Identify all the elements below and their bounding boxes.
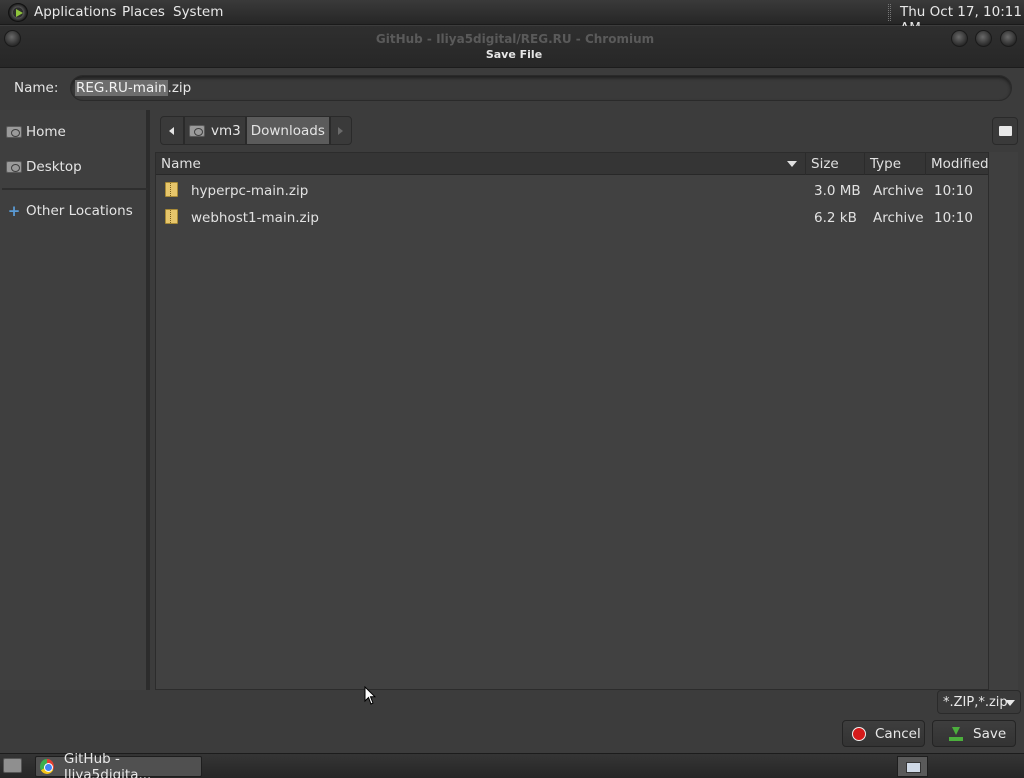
file-name: webhost1-main.zip [191, 210, 319, 226]
sidebar-item-label: Other Locations [26, 203, 133, 219]
zip-file-icon [165, 182, 178, 197]
sidebar-item-desktop[interactable]: Desktop [6, 159, 82, 175]
sidebar-item-label: Desktop [26, 159, 82, 175]
path-bar: vm3 Downloads [160, 116, 352, 146]
taskbar: GitHub - Iliya5digita... [0, 751, 1024, 778]
cancel-label: Cancel [875, 725, 921, 742]
path-back-button[interactable] [160, 116, 184, 145]
places-sidebar [0, 110, 150, 690]
file-type-filter[interactable]: *.ZIP,*.zip [937, 690, 1021, 714]
save-label: Save [973, 725, 1007, 742]
plus-icon: + [7, 202, 21, 220]
taskbar-window-button[interactable]: GitHub - Iliya5digita... [35, 751, 202, 778]
desktop-folder-icon [6, 161, 22, 173]
save-button[interactable]: Save [932, 720, 1016, 747]
places-menu[interactable]: Places [122, 4, 165, 20]
taskbar-window-label: GitHub - Iliya5digita... [63, 750, 152, 778]
column-header: Name Size Type Modified [156, 153, 989, 175]
cancel-icon [852, 726, 866, 741]
home-folder-icon [6, 126, 22, 138]
file-name: hyperpc-main.zip [191, 183, 309, 199]
dialog-title: Save File [485, 48, 543, 61]
sidebar-divider [2, 188, 148, 190]
top-panel: Applications Places System Thu Oct 17, 1… [0, 0, 1024, 36]
file-row[interactable]: hyperpc-main.zip 3.0 MB Archive 10:10 [156, 177, 988, 204]
column-size[interactable]: Size [806, 153, 865, 175]
file-type: Archive [873, 210, 924, 226]
workspace-switcher[interactable] [897, 756, 928, 777]
window-title: GitHub - Iliya5digital/REG.RU - Chromium [375, 32, 655, 46]
filename-input[interactable]: REG.RU-main.zip [70, 75, 1012, 101]
cancel-button[interactable]: Cancel [842, 720, 925, 747]
applications-menu[interactable]: Applications [34, 4, 116, 20]
file-modified: 10:10 [934, 210, 973, 226]
file-type: Archive [873, 183, 924, 199]
file-size: 3.0 MB [814, 183, 861, 199]
show-desktop-icon[interactable] [3, 758, 22, 773]
zip-file-icon [165, 209, 178, 224]
file-row[interactable]: webhost1-main.zip 6.2 kB Archive 10:10 [156, 204, 988, 231]
path-forward-button[interactable] [329, 116, 352, 145]
chromium-icon [40, 759, 54, 774]
column-name[interactable]: Name [156, 153, 806, 175]
name-label: Name: [14, 80, 59, 96]
home-folder-icon [189, 124, 205, 137]
sidebar-item-other-locations[interactable]: + Other Locations [6, 202, 133, 220]
file-list[interactable]: Name Size Type Modified hyperpc-main.zip… [155, 152, 989, 690]
menu-logo-icon[interactable] [8, 3, 28, 22]
crumb-label: vm3 [211, 122, 241, 139]
window-titlebar[interactable]: GitHub - Iliya5digital/REG.RU - Chromium… [0, 26, 1024, 68]
filename-extension-text: .zip [167, 80, 192, 96]
sort-descending-icon[interactable] [787, 161, 797, 167]
crumb-label: Downloads [250, 122, 325, 139]
system-menu[interactable]: System [173, 4, 223, 20]
download-icon [949, 726, 963, 741]
filename-selected-text: REG.RU-main [75, 80, 168, 96]
crumb-vm3[interactable]: vm3 [184, 116, 246, 145]
sidebar-item-home[interactable]: Home [6, 124, 66, 140]
column-type[interactable]: Type [865, 153, 926, 175]
sidebar-item-label: Home [26, 124, 66, 140]
file-modified: 10:10 [934, 183, 973, 199]
crumb-downloads[interactable]: Downloads [245, 116, 330, 145]
create-folder-button[interactable] [992, 117, 1018, 145]
column-modified[interactable]: Modified [926, 153, 989, 175]
scrollbar-track[interactable] [989, 152, 1018, 690]
panel-separator [888, 4, 891, 21]
file-size: 6.2 kB [814, 210, 857, 226]
